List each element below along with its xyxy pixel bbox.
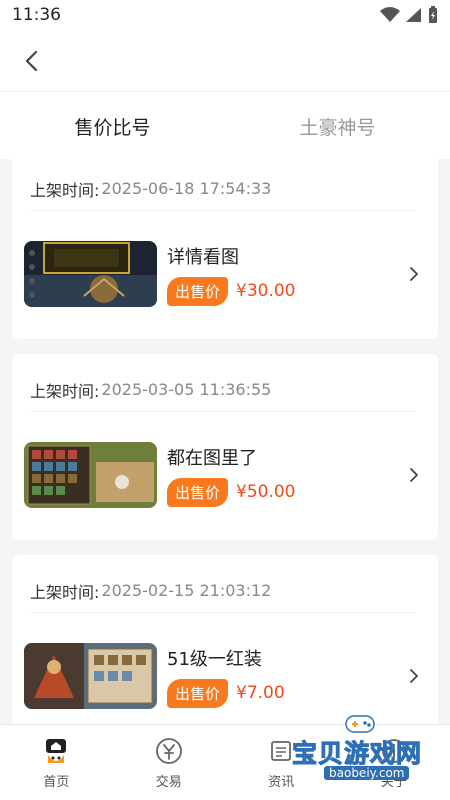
listing-card: 上架时间: 2025-02-15 21:03:12 51级一红装 出售价 ¥7.… [12,555,438,724]
listing-thumbnail [24,241,157,307]
listing-time-value: 2025-02-15 21:03:12 [101,581,272,600]
tab-premium-accounts[interactable]: 土豪神号 [225,93,450,159]
back-button[interactable] [16,46,46,76]
listing-price: ¥7.00 [236,683,285,703]
tab-home[interactable]: 首页 [0,725,113,800]
chevron-right-icon [410,267,418,281]
listing-item[interactable]: 都在图里了 出售价 ¥50.00 [24,442,424,508]
listing-time-value: 2025-06-18 17:54:33 [101,179,272,198]
battery-icon [429,6,437,23]
status-bar: 11:36 [0,0,450,30]
exchange-icon [153,735,185,767]
listing-thumbnail [24,643,157,709]
wifi-icon [380,7,400,22]
gamepad-icon [345,715,375,733]
home-icon [40,735,72,767]
chevron-right-icon [410,468,418,482]
tab-label: 交易 [155,775,182,790]
listing-item[interactable]: 详情看图 出售价 ¥30.00 [24,241,424,307]
listing-title: 都在图里了 [167,447,257,469]
price-badge: 出售价 [167,276,229,306]
listing-time-row: 上架时间: 2025-03-05 11:36:55 [30,368,416,412]
listing-time-row: 上架时间: 2025-02-15 21:03:12 [30,569,416,613]
site-watermark: 宝贝游戏网 baobeiy.com [284,712,444,786]
back-arrow-icon [25,50,38,72]
listing-list[interactable]: 上架时间: 2025-06-18 17:54:33 详情看图 出售价 ¥30.0… [0,159,450,724]
listing-time-label: 上架时间: [30,180,100,200]
listing-time-label: 上架时间: [30,381,100,401]
listing-card: 上架时间: 2025-06-18 17:54:33 详情看图 出售价 ¥30.0… [12,159,438,339]
signal-icon [406,8,421,22]
watermark-url: baobeiy.com [324,766,410,780]
status-time: 11:36 [12,5,61,25]
listing-time-value: 2025-03-05 11:36:55 [101,380,272,399]
listing-thumbnail [24,442,157,508]
listing-time-label: 上架时间: [30,582,100,602]
tab-label: 首页 [43,775,70,790]
price-badge: 出售价 [167,678,229,708]
chevron-right-icon [410,669,418,683]
listing-card: 上架时间: 2025-03-05 11:36:55 都在图里了 出售价 ¥50.… [12,354,438,540]
listing-price: ¥50.00 [236,482,296,502]
listing-title: 详情看图 [167,246,239,268]
category-tabs: 售价比号 土豪神号 [0,93,450,159]
nav-bar [0,30,450,92]
listing-price: ¥30.00 [236,281,296,301]
status-icons [380,6,438,24]
watermark-brand: 宝贝游戏网 [291,739,423,769]
listing-time-row: 上架时间: 2025-06-18 17:54:33 [30,167,416,211]
tab-trade[interactable]: 交易 [113,725,226,800]
tab-price-compare[interactable]: 售价比号 [0,93,225,159]
listing-item[interactable]: 51级一红装 出售价 ¥7.00 [24,643,424,709]
price-badge: 出售价 [167,477,229,507]
listing-title: 51级一红装 [167,648,262,670]
